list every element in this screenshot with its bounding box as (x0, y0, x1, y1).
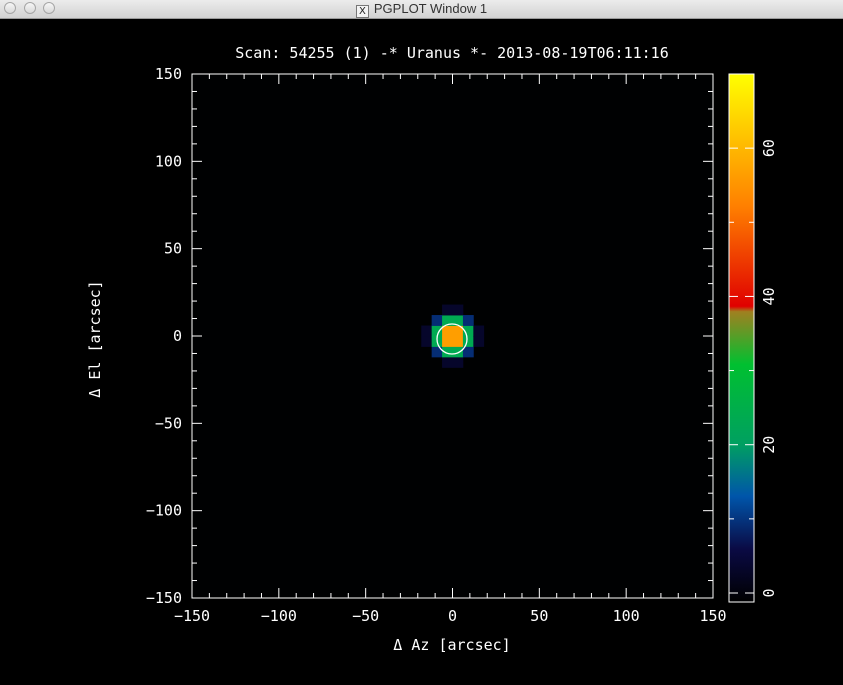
heatmap-pixel (442, 336, 453, 347)
heatmap-pixel (421, 336, 433, 347)
plot-title: Scan: 54255 (1) -* Uranus *- 2013-08-19T… (235, 44, 668, 62)
y-tick-label: −150 (146, 589, 182, 607)
window-titlebar: X PGPLOT Window 1 (0, 0, 843, 19)
heatmap-pixel (462, 336, 474, 347)
heatmap-pixel (442, 304, 453, 316)
x-tick-label: 0 (448, 607, 457, 625)
heatmap-pixel (473, 325, 485, 337)
window-title: X PGPLOT Window 1 (0, 1, 843, 18)
window-title-text: PGPLOT Window 1 (373, 1, 488, 16)
heatmap-pixel (452, 336, 464, 347)
colorbar (728, 73, 755, 603)
y-tick-label: 50 (164, 240, 182, 258)
colorbar-tick-label: 40 (760, 287, 778, 305)
y-tick-label: 0 (173, 327, 182, 345)
x-tick-label: −150 (174, 607, 210, 625)
y-tick-label: −50 (155, 414, 182, 432)
y-axis-label: Δ El [arcsec] (86, 280, 104, 397)
heatmap-pixel (442, 356, 453, 368)
heatmap-pixel (452, 346, 464, 358)
colorbar-tick-label: 20 (760, 436, 778, 454)
heatmap-pixel (452, 356, 464, 368)
y-tick-label: −100 (146, 502, 182, 520)
pgplot-canvas: Scan: 54255 (1) -* Uranus *- 2013-08-19T… (86, 44, 778, 654)
y-tick-label: 100 (155, 152, 182, 170)
x-tick-label: 100 (613, 607, 640, 625)
x11-icon: X (355, 5, 369, 18)
x-axis-label: Δ Az [arcsec] (393, 636, 510, 654)
x-tick-label: 50 (530, 607, 548, 625)
x-tick-label: 150 (699, 607, 726, 625)
colorbar-tick-label: 60 (760, 139, 778, 157)
y-tick-label: 150 (155, 65, 182, 83)
heatmap-pixel (421, 325, 433, 337)
colorbar-tick-label: 0 (760, 588, 778, 597)
heatmap-pixel (473, 336, 485, 347)
heatmap-pixel (452, 304, 464, 316)
heatmap-pixel (462, 315, 474, 326)
heatmap-pixel (431, 315, 443, 326)
x-tick-label: −100 (261, 607, 297, 625)
x-tick-label: −50 (352, 607, 379, 625)
